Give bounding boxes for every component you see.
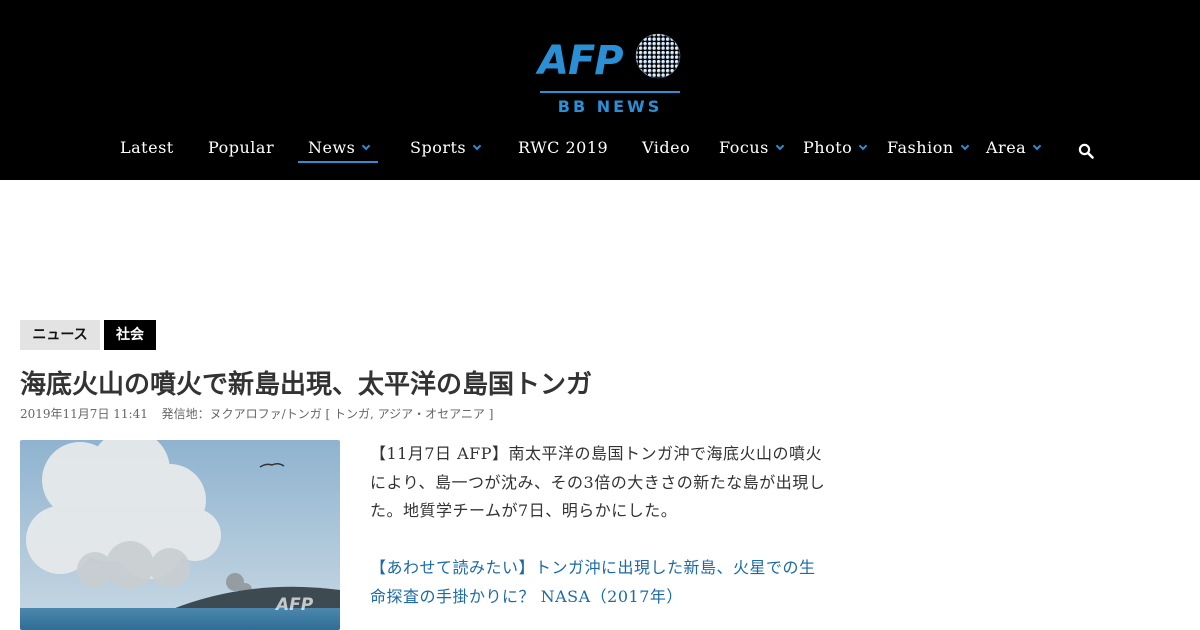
nav-label: Video xyxy=(642,138,691,157)
tag-news[interactable]: ニュース xyxy=(20,320,100,350)
nav-label: Sports xyxy=(410,138,467,157)
nav-item-video[interactable]: Video xyxy=(642,138,690,162)
photo-watermark: AFP xyxy=(276,595,314,615)
main-nav: Latest Popular News Sports RWC 2019 Vide… xyxy=(0,138,1200,164)
article-location: 発信地：ヌクアロファ/トンガ [ トンガ, アジア・オセアニア ] xyxy=(161,407,494,421)
nav-item-focus[interactable]: Focus xyxy=(719,138,785,162)
nav-label: Focus xyxy=(719,138,769,157)
article-meta: 2019年11月7日 11:41 発信地：ヌクアロファ/トンガ [ トンガ, ア… xyxy=(20,405,503,422)
chevron-down-icon xyxy=(1032,141,1042,151)
logo-divider xyxy=(540,91,680,93)
nav-label: News xyxy=(308,138,356,157)
nav-label: Latest xyxy=(120,138,174,157)
nav-label: Photo xyxy=(803,138,853,157)
chevron-down-icon xyxy=(472,141,482,151)
nav-item-rwc-2019[interactable]: RWC 2019 xyxy=(518,138,608,162)
nav-label: Area xyxy=(986,138,1027,157)
nav-item-photo[interactable]: Photo xyxy=(803,138,868,162)
tag-social[interactable]: 社会 xyxy=(104,320,156,350)
chevron-down-icon xyxy=(960,141,969,151)
nav-item-area[interactable]: Area xyxy=(986,138,1042,162)
article-title: 海底火山の噴火で新島出現、太平洋の島国トンガ xyxy=(20,370,593,400)
nav-item-fashion[interactable]: Fashion xyxy=(887,138,969,162)
site-header: AFP BB NEWS Latest Popular News Sports R… xyxy=(0,0,1200,180)
chevron-down-icon xyxy=(859,141,868,151)
search-icon[interactable] xyxy=(1078,143,1094,159)
article-body: 【11月7日 AFP】南太平洋の島国トンガ沖で海底火山の噴火により、島一つが沈み… xyxy=(370,444,826,520)
chevron-down-icon xyxy=(775,141,785,151)
nav-item-popular[interactable]: Popular xyxy=(208,138,274,162)
nav-item-news[interactable]: News xyxy=(308,138,371,162)
logo-bb-news-text: BB NEWS xyxy=(557,97,663,116)
nav-item-latest[interactable]: Latest xyxy=(120,138,174,162)
nav-label: Popular xyxy=(208,138,275,157)
afp-bb-news-logo[interactable]: AFP BB NEWS xyxy=(538,28,684,120)
nav-label: Fashion xyxy=(887,138,954,157)
article-date: 2019年11月7日 11:41 xyxy=(20,407,148,421)
globe-icon xyxy=(635,33,681,79)
nav-item-sports[interactable]: Sports xyxy=(410,138,482,162)
article-photo[interactable]: AFP xyxy=(20,440,340,630)
related-article-link[interactable]: 【あわせて読みたい】トンガ沖に出現した新島、火星での生命探査の手掛かりに？ NA… xyxy=(370,554,830,611)
chevron-down-icon xyxy=(362,141,371,151)
nav-active-indicator xyxy=(298,161,378,163)
logo-afp-text: AFP xyxy=(538,38,624,84)
nav-label: RWC 2019 xyxy=(518,138,609,157)
